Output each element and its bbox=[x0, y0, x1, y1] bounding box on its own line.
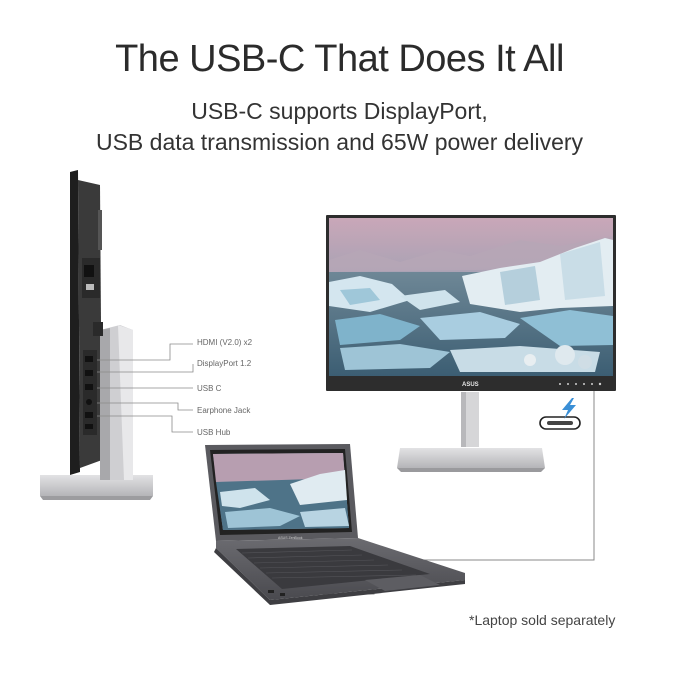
side-monitor bbox=[40, 170, 153, 500]
port-label-displayport: DisplayPort 1.2 bbox=[197, 359, 252, 368]
footnote: *Laptop sold separately bbox=[469, 612, 616, 628]
port-label-usb-hub: USB Hub bbox=[197, 428, 231, 437]
port-label-hdmi: HDMI (V2.0) x2 bbox=[197, 338, 253, 347]
monitor-brand-logo: ASUS bbox=[462, 382, 479, 388]
product-illustration: ASUS ASUS ZenBook bbox=[40, 170, 616, 605]
port-label-usb-c: USB C bbox=[197, 384, 222, 393]
port-label-earphone-jack: Earphone Jack bbox=[197, 406, 251, 415]
